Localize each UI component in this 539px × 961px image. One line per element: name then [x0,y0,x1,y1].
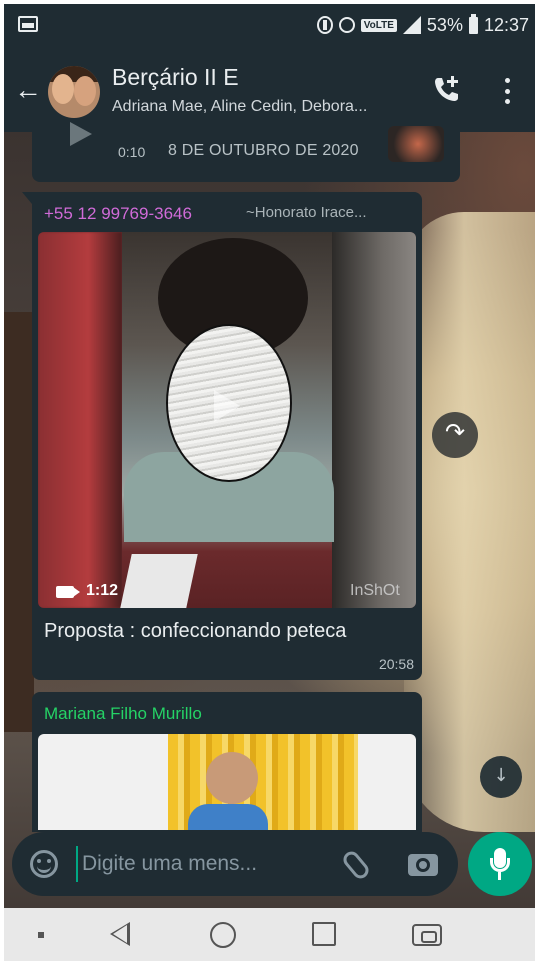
signal-icon [402,16,421,34]
forward-icon[interactable] [432,412,478,458]
battery-icon [468,13,478,34]
scroll-down-icon[interactable]: ↓ [480,756,522,798]
video-paper [120,554,198,608]
avatar-face-left [52,74,74,104]
image-child-head [206,752,258,804]
add-call-icon[interactable] [432,74,462,104]
sender-name-mariana[interactable]: Mariana Filho Murillo [44,704,202,724]
video-right-panel [332,232,416,608]
previous-date: 8 DE OUTUBRO DE 2020 [168,142,359,159]
previous-duration: 0:10 [118,144,146,160]
status-icons: VoLTE 53% 12:37 [316,4,529,46]
message-input[interactable] [76,846,336,882]
chat-header[interactable]: ← Berçário II E Adriana Mae, Aline Cedin… [4,46,535,132]
attach-icon[interactable] [340,848,372,882]
previous-message-bubble[interactable]: 0:10 8 DE OUTUBRO DE 2020 [32,122,460,182]
sender-name: ~Honorato Irace... [246,204,367,221]
image-thumbnail[interactable] [38,734,416,830]
nav-recents-icon[interactable] [312,922,336,946]
video-thumbnail[interactable]: 1:12 InShOt [38,232,416,608]
system-nav-bar [4,908,535,961]
message-input-bar [12,832,458,896]
phone-screen: VoLTE 53% 12:37 ← Berçário II E Adriana … [4,4,535,961]
video-left-panel [38,232,122,608]
message-time: 20:58 [378,656,414,672]
nav-dual-window-icon[interactable] [412,924,442,946]
group-avatar[interactable] [48,66,100,118]
nav-home-icon[interactable] [210,922,236,948]
group-title[interactable]: Berçário II E [112,64,239,91]
group-members[interactable]: Adriana Mae, Aline Cedin, Debora... [112,98,412,116]
back-arrow-icon[interactable]: ← [14,76,42,104]
microphone-foot [498,872,501,880]
video-camera-icon [56,586,80,598]
video-play-icon[interactable] [214,390,240,422]
battery-percent: 53% [426,14,463,35]
image-child-shirt [188,804,268,830]
video-length: 1:12 [86,582,119,599]
previous-thumbnail[interactable] [388,126,444,162]
avatar-face-right [74,76,96,106]
alarm-icon [338,17,355,33]
microphone-button[interactable] [468,832,532,896]
image-message-bubble[interactable]: Mariana Filho Murillo [32,692,422,832]
gallery-notification-icon [18,16,38,32]
vibrate-icon [316,16,333,34]
wallpaper-hair [404,212,535,832]
video-message-bubble[interactable]: +55 12 99769-3646 ~Honorato Irace... 1:1… [22,192,422,680]
sender-phone[interactable]: +55 12 99769-3646 [44,204,192,224]
status-bar: VoLTE 53% 12:37 [4,4,535,46]
nav-back-icon[interactable] [110,922,130,946]
microphone-stand [490,858,510,872]
wallpaper-shadow [4,312,34,732]
camera-icon[interactable] [408,854,438,876]
video-caption: Proposta : confeccionando peteca [44,620,347,642]
nav-dot-icon[interactable] [38,932,44,938]
emoji-icon[interactable] [30,850,58,878]
play-icon [70,122,92,146]
overflow-menu-icon[interactable] [502,78,512,104]
clock: 12:37 [483,14,529,35]
volte-badge: VoLTE [360,18,397,32]
inshot-watermark: InShOt [350,582,400,599]
